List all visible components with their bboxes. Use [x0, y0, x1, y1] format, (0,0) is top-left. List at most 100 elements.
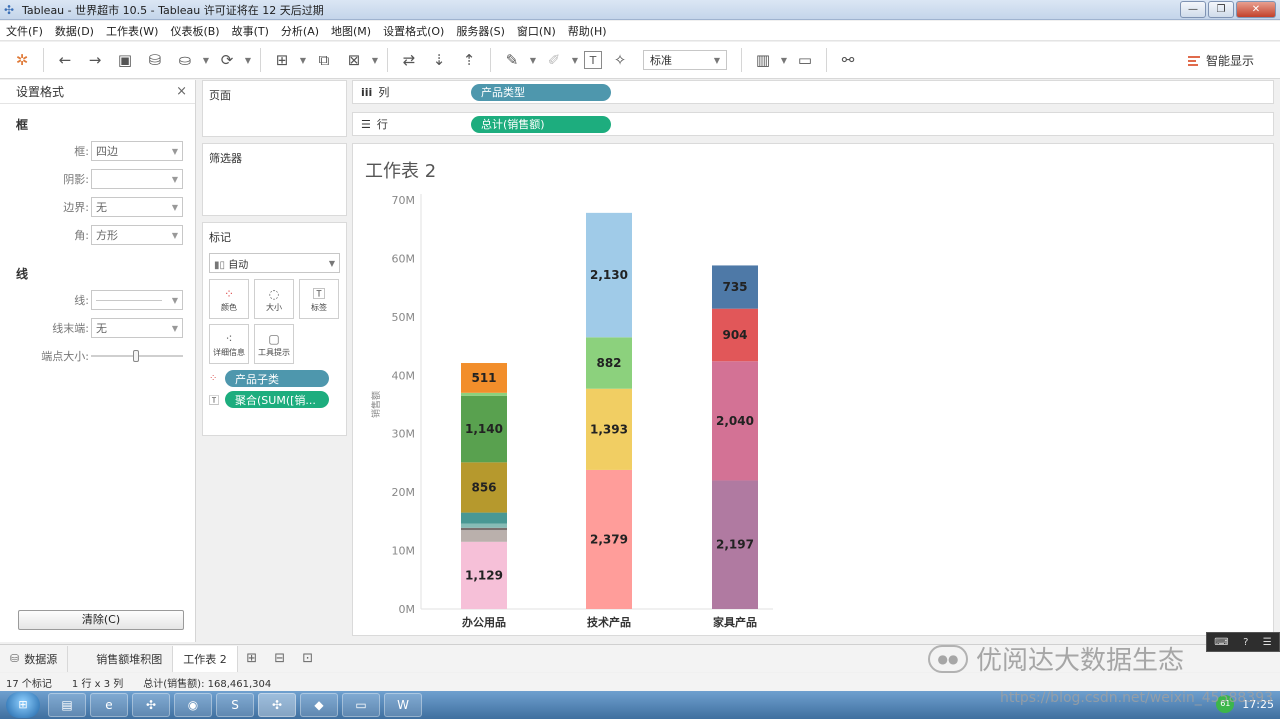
line-select[interactable]: ▼ — [91, 290, 183, 310]
chevron-down-icon[interactable]: ▼ — [370, 48, 380, 72]
chevron-down-icon: ▼ — [171, 146, 178, 156]
chevron-down-icon: ▼ — [171, 295, 178, 305]
save-icon[interactable]: ▣ — [113, 48, 137, 72]
close-icon[interactable]: × — [176, 84, 187, 99]
product-subcategory-pill[interactable]: 产品子类 — [225, 370, 329, 387]
product-type-pill[interactable]: 产品类型 — [471, 83, 611, 101]
filters-card[interactable]: 筛选器 — [202, 143, 347, 216]
slider-thumb[interactable] — [133, 350, 139, 362]
chevron-down-icon[interactable]: ▼ — [298, 48, 308, 72]
word-task-icon[interactable]: W — [384, 693, 422, 717]
duplicate-sheet-icon[interactable]: ⧉ — [312, 48, 336, 72]
menu-icon[interactable]: ☰ — [1263, 637, 1272, 648]
menu-story[interactable]: 故事(T) — [226, 23, 275, 39]
sheet-tab-active[interactable]: 工作表 2 — [173, 645, 238, 672]
explorer-task-icon[interactable]: ▤ — [48, 693, 86, 717]
tableau-logo-icon: ✣ — [4, 2, 15, 17]
menu-worksheet[interactable]: 工作表(W) — [100, 23, 164, 39]
sort-descending-icon[interactable]: ⇡ — [457, 48, 481, 72]
menu-analysis[interactable]: 分析(A) — [275, 23, 325, 39]
browser-task-icon[interactable]: ◉ — [174, 693, 212, 717]
columns-shelf[interactable]: iii 列 产品类型 — [352, 80, 1274, 104]
presentation-mode-icon[interactable]: ▭ — [793, 48, 817, 72]
chevron-down-icon[interactable]: ▼ — [779, 48, 789, 72]
sort-ascending-icon[interactable]: ⇣ — [427, 48, 451, 72]
rows-shelf-label-wrap: ☰ 行 — [353, 116, 471, 132]
clear-sheet-icon[interactable]: ⊠ — [342, 48, 366, 72]
redo-icon[interactable]: → — [83, 48, 107, 72]
label-button[interactable]: 🅃 标签 — [299, 279, 339, 319]
shadow-select[interactable]: ▼ — [91, 169, 183, 189]
chevron-down-icon[interactable]: ▼ — [528, 48, 538, 72]
detail-button[interactable]: ⁖ 详细信息 — [209, 324, 249, 364]
menu-window[interactable]: 窗口(N) — [511, 23, 562, 39]
rows-shelf[interactable]: ☰ 行 总计(销售额) — [352, 112, 1274, 136]
new-worksheet-icon[interactable]: ⊞ — [270, 48, 294, 72]
highlight-icon[interactable]: ✎ — [500, 48, 524, 72]
mark-type-select[interactable]: ▮▯ 自动 ▼ — [209, 253, 340, 273]
new-story-icon[interactable]: ⊡ — [294, 651, 322, 666]
keyboard-icon[interactable]: ⌨ — [1214, 637, 1228, 648]
chevron-down-icon[interactable]: ▼ — [201, 48, 211, 72]
corner-select[interactable]: 方形 ▼ — [91, 225, 183, 245]
new-datasource-icon[interactable]: ⛁ — [143, 48, 167, 72]
format-pane-header: 设置格式 × — [0, 80, 195, 104]
chevron-down-icon[interactable]: ▼ — [570, 48, 580, 72]
swap-rows-columns-icon[interactable]: ⇄ — [397, 48, 421, 72]
show-cards-icon[interactable]: ▥ — [751, 48, 775, 72]
pause-updates-icon[interactable]: ⛀ — [173, 48, 197, 72]
marks-count: 17 个标记 — [6, 678, 52, 690]
menu-server[interactable]: 服务器(S) — [450, 23, 511, 39]
sales-aggregate-pill[interactable]: 聚合(SUM([销... — [225, 391, 329, 408]
window-task-icon[interactable]: ▭ — [342, 693, 380, 717]
chevron-down-icon[interactable]: ▼ — [243, 48, 253, 72]
pin-icon[interactable]: ✧ — [608, 48, 632, 72]
datasource-tab[interactable]: ⛁ 数据源 — [0, 645, 69, 672]
bird-task-icon[interactable]: ◆ — [300, 693, 338, 717]
color-button[interactable]: ⁘ 颜色 — [209, 279, 249, 319]
new-dashboard-icon[interactable]: ⊟ — [266, 651, 294, 666]
close-button[interactable]: ✕ — [1236, 1, 1276, 18]
total-sales-pill[interactable]: 总计(销售额) — [471, 115, 611, 133]
y-axis-title: 销售额 — [370, 391, 382, 418]
y-tick-label: 0M — [399, 603, 416, 616]
size-button[interactable]: ◌ 大小 — [254, 279, 294, 319]
app-task-icon[interactable]: S — [216, 693, 254, 717]
refresh-icon[interactable]: ⟳ — [215, 48, 239, 72]
menu-map[interactable]: 地图(M) — [325, 23, 377, 39]
label-button-label: 标签 — [311, 302, 327, 312]
line-label: 线: — [74, 294, 89, 307]
menu-data[interactable]: 数据(D) — [49, 23, 100, 39]
show-mark-labels-icon[interactable]: T — [584, 51, 602, 69]
help-icon[interactable]: ? — [1243, 637, 1248, 648]
tableau-active-task-icon[interactable]: ✣ — [258, 693, 296, 717]
menu-format[interactable]: 设置格式(O) — [377, 23, 450, 39]
minimize-button[interactable]: — — [1180, 1, 1206, 18]
ie-task-icon[interactable]: e — [90, 693, 128, 717]
endpoint-size-slider[interactable] — [91, 350, 183, 362]
menu-file[interactable]: 文件(F) — [0, 23, 49, 39]
tableau-task-icon[interactable]: ✣ — [132, 693, 170, 717]
line-end-select[interactable]: 无 ▼ — [91, 318, 183, 338]
clear-button[interactable]: 清除(C) — [18, 610, 184, 630]
smart-show-button[interactable]: 智能显示 — [1187, 52, 1254, 69]
bar-data-label: 2,040 — [716, 414, 754, 428]
tooltip-button-label: 工具提示 — [258, 347, 290, 357]
pages-card[interactable]: 页面 — [202, 80, 347, 137]
fit-select[interactable]: 标准 ▼ — [643, 50, 727, 70]
new-worksheet-icon[interactable]: ⊞ — [238, 651, 266, 666]
share-icon[interactable]: ⚯ — [836, 48, 860, 72]
border-select[interactable]: 无 ▼ — [91, 197, 183, 217]
undo-icon[interactable]: ← — [53, 48, 77, 72]
menu-dashboard[interactable]: 仪表板(B) — [164, 23, 225, 39]
menu-help[interactable]: 帮助(H) — [562, 23, 613, 39]
toolbar-separator — [387, 48, 388, 72]
tableau-start-icon[interactable]: ✲ — [10, 48, 34, 72]
frame-select[interactable]: 四边 ▼ — [91, 141, 183, 161]
label-icon: 🅃 — [312, 286, 325, 301]
sheet-tab[interactable]: 销售额堆积图 — [86, 645, 174, 672]
tooltip-button[interactable]: ▢ 工具提示 — [254, 324, 294, 364]
windows-start-icon[interactable]: ⊞ — [6, 692, 40, 718]
group-members-icon[interactable]: ✐ — [542, 48, 566, 72]
maximize-button[interactable]: ❐ — [1208, 1, 1234, 18]
